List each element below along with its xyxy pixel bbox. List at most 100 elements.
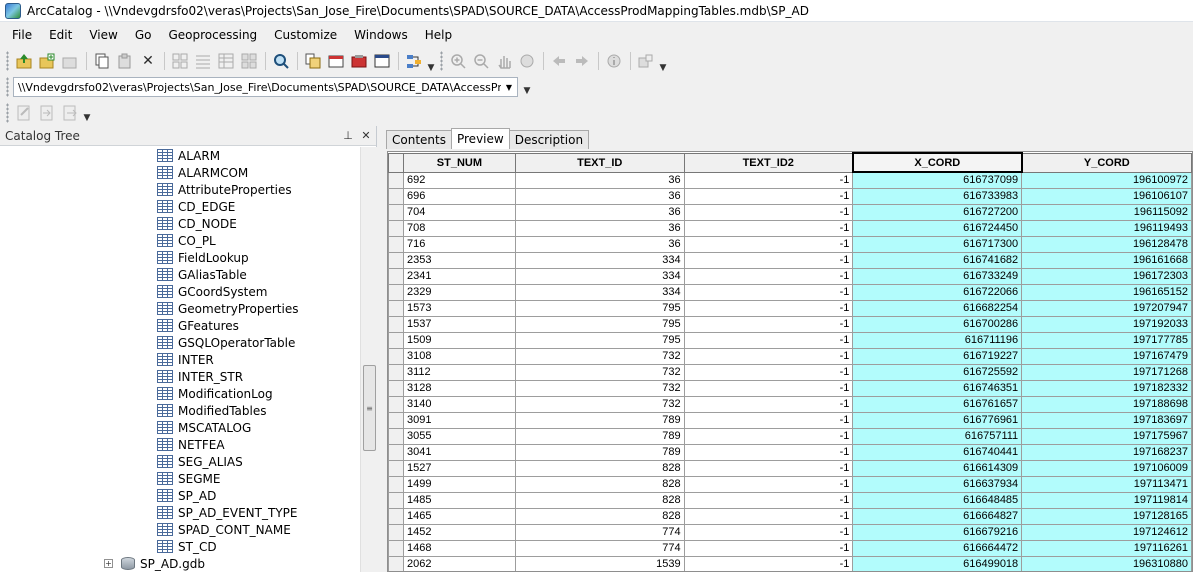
table-row[interactable]: 1573 795 -1 616682254 197207947 [388,299,1192,317]
cell-text-id2[interactable]: -1 [683,459,854,477]
cell-text-id2[interactable]: -1 [683,251,854,269]
cell-st-num[interactable]: 704 [402,203,516,221]
table-row[interactable]: 3128 732 -1 616746351 197182332 [388,379,1192,397]
cell-x-cord[interactable]: 616717300 [852,235,1023,253]
cell-y-cord[interactable]: 196106107 [1021,187,1192,205]
tree-item-table[interactable]: FieldLookup [157,249,249,266]
cell-text-id2[interactable]: -1 [683,427,854,445]
cell-x-cord[interactable]: 616679216 [852,523,1023,541]
cell-y-cord[interactable]: 197119814 [1021,491,1192,509]
cell-text-id2[interactable]: -1 [683,347,854,365]
tree-item-table[interactable]: ModifiedTables [157,402,267,419]
cell-st-num[interactable]: 3128 [402,379,516,397]
tree-item-table[interactable]: SEG_ALIAS [157,453,243,470]
table-row[interactable]: 3112 732 -1 616725592 197171268 [388,363,1192,381]
cell-x-cord[interactable]: 616727200 [852,203,1023,221]
cell-y-cord[interactable]: 197183697 [1021,411,1192,429]
cell-x-cord[interactable]: 616724450 [852,219,1023,237]
cell-text-id2[interactable]: -1 [683,331,854,349]
cell-y-cord[interactable]: 196115092 [1021,203,1192,221]
model-icon[interactable] [403,50,425,72]
cell-text-id2[interactable]: -1 [683,187,854,205]
cell-text-id[interactable]: 334 [514,251,685,269]
tree-item-gdb[interactable]: + SP_AD.gdb [104,555,205,572]
table-row[interactable]: 3055 789 -1 616757111 197175967 [388,427,1192,445]
menu-edit[interactable]: Edit [43,26,78,44]
cell-text-id[interactable]: 334 [514,283,685,301]
row-header[interactable] [388,363,404,381]
menu-geoprocessing[interactable]: Geoprocessing [162,26,263,44]
cell-text-id[interactable]: 795 [514,299,685,317]
cell-x-cord[interactable]: 616700286 [852,315,1023,333]
cell-x-cord[interactable]: 616746351 [852,379,1023,397]
table-row[interactable]: 1499 828 -1 616637934 197113471 [388,475,1192,493]
large-icons-icon[interactable] [169,50,191,72]
cell-st-num[interactable]: 1537 [402,315,516,333]
row-header[interactable] [388,411,404,429]
toolbar-options-chevron[interactable]: ▼ [82,113,92,123]
cell-text-id2[interactable]: -1 [683,555,854,571]
cell-y-cord[interactable]: 197124612 [1021,523,1192,541]
cell-x-cord[interactable]: 616637934 [852,475,1023,493]
connect-folder-icon[interactable] [36,50,58,72]
cell-st-num[interactable]: 1499 [402,475,516,493]
cell-text-id[interactable]: 795 [514,331,685,349]
cell-y-cord[interactable]: 197175967 [1021,427,1192,445]
cell-y-cord[interactable]: 197171268 [1021,363,1192,381]
close-icon[interactable]: ✕ [358,129,374,142]
cell-st-num[interactable]: 2329 [402,283,516,301]
row-header[interactable] [388,171,404,189]
thumbnails-icon[interactable] [238,50,260,72]
cell-text-id[interactable]: 36 [514,187,685,205]
menu-customize[interactable]: Customize [268,26,343,44]
table-row[interactable]: 2062 1539 -1 616499018 196310880 [388,555,1192,571]
column-header-st-num[interactable]: ST_NUM [402,152,516,173]
cell-st-num[interactable]: 1468 [402,539,516,557]
cell-text-id2[interactable]: -1 [683,539,854,557]
column-header-x-cord[interactable]: X_CORD [851,152,1023,173]
cell-text-id2[interactable]: -1 [683,299,854,317]
cell-text-id2[interactable]: -1 [683,315,854,333]
tab-contents[interactable]: Contents [386,130,452,149]
cell-st-num[interactable]: 1465 [402,507,516,525]
cell-y-cord[interactable]: 197128165 [1021,507,1192,525]
pan-icon[interactable] [493,50,515,72]
cell-x-cord[interactable]: 616740441 [852,443,1023,461]
identify-icon[interactable] [603,50,625,72]
toolbar-grip[interactable] [440,51,443,71]
cell-text-id2[interactable]: -1 [683,171,854,189]
menu-view[interactable]: View [83,26,123,44]
cell-x-cord[interactable]: 616741682 [852,251,1023,269]
search-icon[interactable] [270,50,292,72]
cell-y-cord[interactable]: 197182332 [1021,379,1192,397]
cell-y-cord[interactable]: 197192033 [1021,315,1192,333]
cell-text-id2[interactable]: -1 [683,411,854,429]
details-icon[interactable] [215,50,237,72]
toolbar-grip[interactable] [6,102,9,123]
row-header[interactable] [388,251,404,269]
cell-st-num[interactable]: 3041 [402,443,516,461]
table-row[interactable]: 3108 732 -1 616719227 197167479 [388,347,1192,365]
cell-y-cord[interactable]: 196310880 [1021,555,1192,571]
cell-x-cord[interactable]: 616733249 [852,267,1023,285]
location-combobox[interactable]: \\Vndevgdrsfo02\veras\Projects\San_Jose_… [13,77,518,97]
cell-text-id2[interactable]: -1 [683,475,854,493]
import-metadata-icon[interactable] [36,102,58,124]
table-row[interactable]: 1537 795 -1 616700286 197192033 [388,315,1192,333]
tree-item-table[interactable]: SP_AD_EVENT_TYPE [157,504,297,521]
row-header[interactable] [388,267,404,285]
cell-text-id[interactable]: 36 [514,219,685,237]
cell-text-id[interactable]: 795 [514,315,685,333]
cell-text-id2[interactable]: -1 [683,203,854,221]
cell-text-id2[interactable]: -1 [683,219,854,237]
table-row[interactable]: 708 36 -1 616724450 196119493 [388,219,1192,237]
row-header[interactable] [388,315,404,333]
cell-text-id[interactable]: 828 [514,491,685,509]
cell-x-cord[interactable]: 616499018 [852,555,1023,571]
cell-text-id2[interactable]: -1 [683,523,854,541]
delete-icon[interactable]: ✕ [137,50,159,72]
cell-text-id[interactable]: 774 [514,539,685,557]
arcmap-icon[interactable] [348,50,370,72]
cell-st-num[interactable]: 3055 [402,427,516,445]
python-icon[interactable] [371,50,393,72]
